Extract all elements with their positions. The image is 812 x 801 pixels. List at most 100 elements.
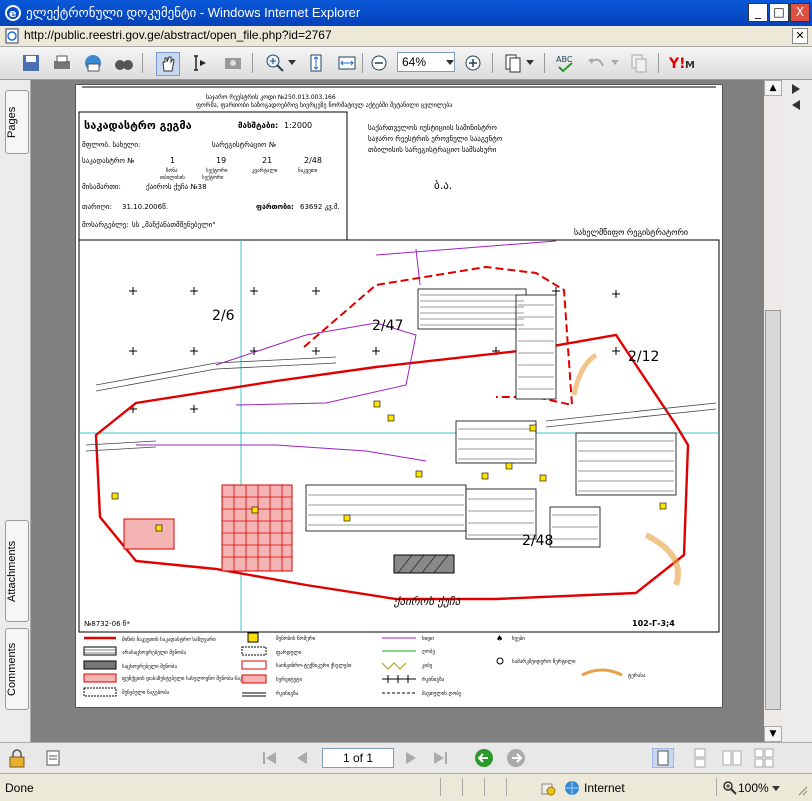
status-divider [484,778,485,796]
svg-text:Y!: Y! [668,56,686,72]
yahoo-search-icon[interactable]: Y! M [668,53,704,73]
plot-label-2-6: 2/6 [212,308,235,324]
cadastral-sub-quarter: კვარტალი [252,167,278,174]
agency-line-2: საჯარო რეესტრის ეროვნული სააგენტო [368,134,503,143]
next-view-icon[interactable] [506,748,526,768]
snapshot-icon[interactable] [222,52,244,74]
legend-item: საინჟინრო-ტექნიკური ქსელები [276,662,352,669]
status-divider [506,778,507,796]
svg-text:♠: ♠ [496,634,503,643]
close-window-button[interactable]: X [790,3,810,22]
address-close-button[interactable]: ✕ [792,28,808,44]
pdf-page: საჯარო რეესტრის კოდი №250.013.003.166 ფო… [75,84,723,708]
window-title: ელექტრონული დოკუმენტი - Windows Internet… [26,5,361,20]
chevron-down-icon[interactable] [772,786,780,792]
first-page-icon[interactable] [262,751,278,765]
legend-item: არასაცხოვრებელი შენობა [122,649,187,656]
tab-attachments[interactable]: Attachments [5,520,29,622]
status-divider [716,778,717,796]
legend-item: რკინიგზა [422,676,445,683]
undo-icon[interactable] [585,52,607,74]
select-text-icon[interactable] [188,52,210,74]
scroll-down-button[interactable]: ▼ [764,726,782,742]
resize-grip-icon[interactable] [796,784,808,796]
map-code-right: 102-Г-3;4 [632,619,675,628]
next-page-icon[interactable] [405,751,417,765]
hand-tool-icon[interactable] [156,52,180,76]
legend-item: ღობე [422,648,435,655]
cadastral-sub-plot: ნაკვეთი [298,167,318,174]
expand-right-icon[interactable] [790,84,802,94]
save-icon[interactable] [20,52,42,74]
tab-pages[interactable]: Pages [5,90,29,154]
pdf-toolbar: 64% ABC Y! M [0,47,812,80]
cadastral-label: საკადასტრო № [82,156,134,165]
page-number-field[interactable]: 1 of 1 [322,748,394,768]
chevron-down-icon[interactable] [611,60,619,66]
page-layout-icon[interactable] [502,52,524,74]
facing-pages-icon[interactable] [722,748,742,768]
status-bar: Done Internet 100% [0,773,812,801]
header-line-2: ფორმა, ფართობი საზოგადოებრივ სივრცეზე ნო… [196,102,452,109]
previous-view-icon[interactable] [474,748,494,768]
single-page-icon[interactable] [652,748,674,768]
last-page-icon[interactable] [432,751,448,765]
right-panel-strip [782,80,812,742]
tab-comments[interactable]: Comments [5,628,29,710]
spell-check-icon[interactable]: ABC [554,52,576,74]
collapse-right-icon[interactable] [790,100,802,110]
lock-icon[interactable] [8,748,26,768]
chevron-down-icon[interactable] [526,60,534,66]
email-icon[interactable] [82,52,104,74]
minimize-button[interactable]: _ [748,3,768,22]
zoom-in-tool-icon[interactable] [264,52,286,74]
legend-item: ფუნქციის დასაზუსტებელი სახელოვნო შენობა-… [122,675,258,682]
address-url[interactable]: http://public.reestri.gov.ge/abstract/op… [24,28,332,42]
continuous-facing-icon[interactable] [754,748,774,768]
legend-item: რკინიგზა [276,690,299,697]
fit-width-icon[interactable] [336,52,358,74]
fit-page-icon[interactable] [305,52,327,74]
date-value: 31.10.2006წ. [122,203,168,211]
print-icon[interactable] [51,52,73,74]
vertical-scrollbar[interactable]: ▲ ▼ [764,80,782,742]
chevron-down-icon[interactable] [446,60,454,66]
zoom-out-icon[interactable] [368,52,390,74]
toolbar-separator [544,53,545,73]
security-zone-label: Internet [584,781,625,795]
address-value: ქაიროს ქუჩა №38 [146,182,207,191]
user-label: მოსარგებლე: [82,220,129,229]
toolbar-separator [252,53,253,73]
previous-page-icon[interactable] [296,751,308,765]
address-bar: http://public.reestri.gov.ge/abstract/op… [0,26,812,47]
agency-line-1: საქართველოს იუსტიციის სამინისტრო [368,123,497,132]
document-viewer[interactable]: საჯარო რეესტრის კოდი №250.013.003.166 ფო… [31,80,764,742]
status-zoom-level[interactable]: 100% [738,781,769,795]
legend-item: სამარკშეიდერო წერტილი [512,658,576,665]
scroll-up-button[interactable]: ▲ [764,80,782,96]
find-icon[interactable] [113,52,135,74]
registry-label: სარეგისტრაციო № [212,140,276,149]
scroll-thumb[interactable] [765,310,781,710]
street-label: ქაიროს ქუჩა [393,595,461,608]
zoom-in-icon[interactable] [462,52,484,74]
zoom-magnifier-icon[interactable] [722,780,738,796]
cadastral-plot: 2/48 [304,156,322,165]
plot-label-2-12: 2/12 [628,349,659,365]
status-text: Done [5,781,34,795]
legend-item: შენობის ნომერი [276,635,316,642]
user-value: სს „მანქანათმშენებელი“ [132,221,216,229]
chevron-down-icon[interactable] [288,60,296,66]
maximize-button[interactable]: □ [769,3,789,22]
page-options-icon[interactable] [46,750,60,766]
copy-icon[interactable] [628,52,650,74]
continuous-page-icon[interactable] [690,748,710,768]
map-legend: მიწის ნაკვეთის საკადასტრო საზღვარი არასა… [83,632,646,697]
navigation-panel: Pages Attachments Comments [0,80,31,742]
cadastral-plan-drawing: საჯარო რეესტრის კოდი №250.013.003.166 ფო… [78,86,720,697]
internet-zone-icon [565,781,579,795]
legend-item: ფარდული [276,649,302,656]
plot-label-2-48: 2/48 [522,533,553,549]
warning-icon[interactable] [540,780,556,796]
legend-item: სერვიტუტი [276,676,302,683]
